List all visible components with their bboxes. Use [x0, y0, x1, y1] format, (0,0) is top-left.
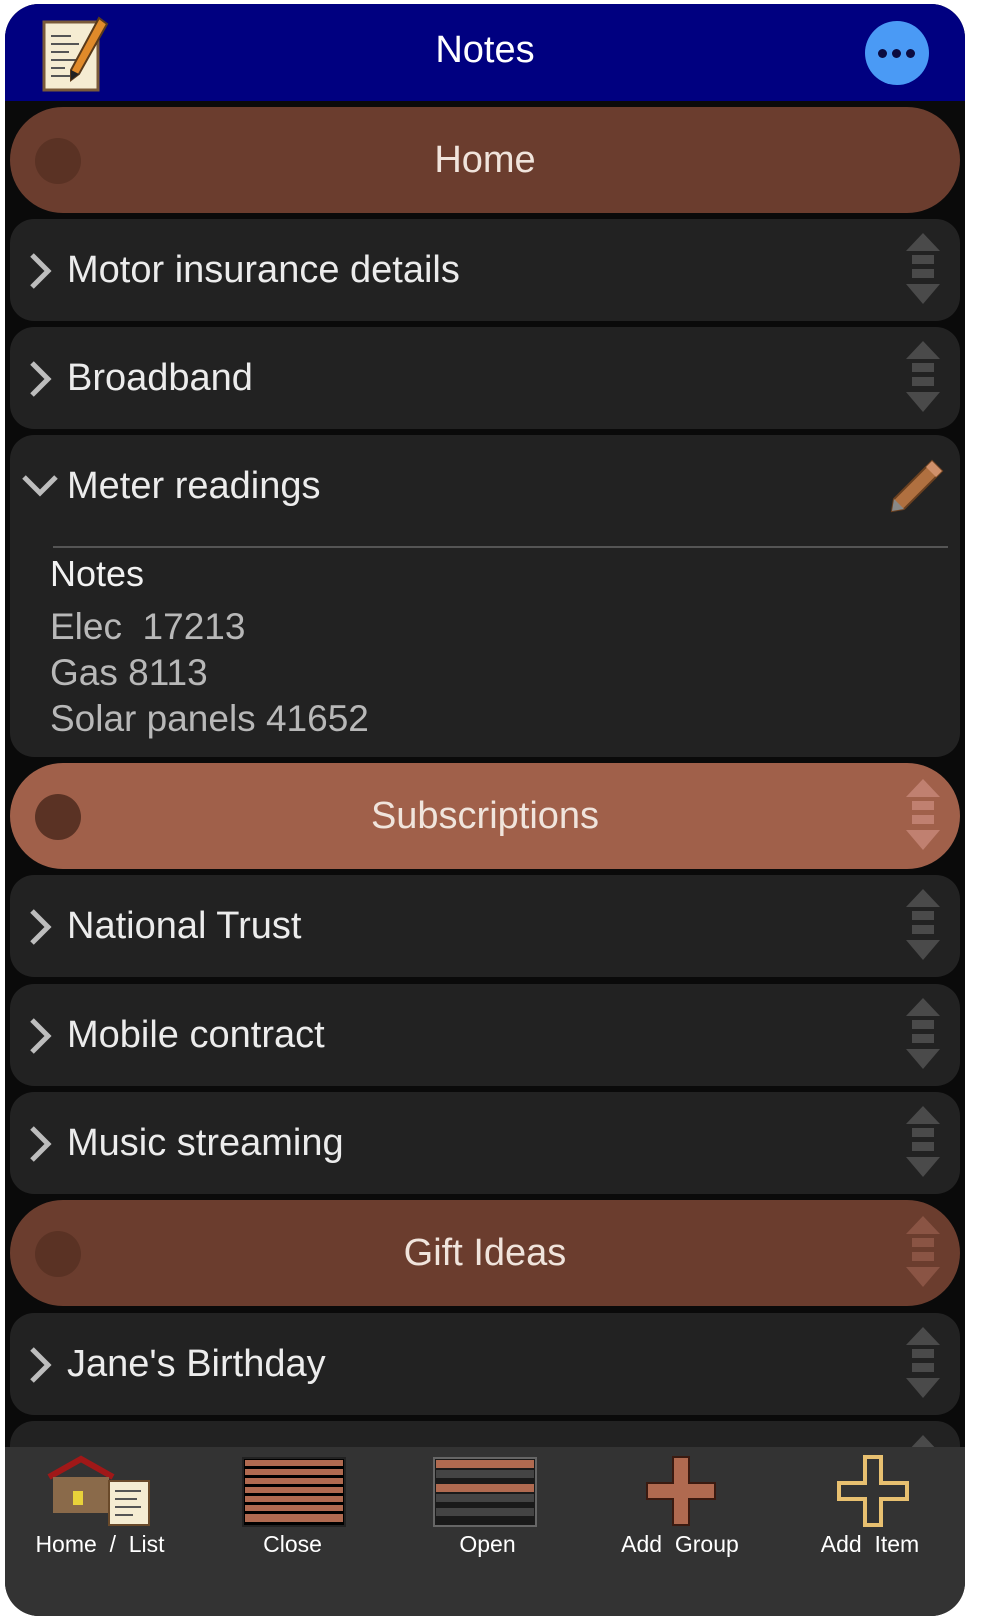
bottom-toolbar: Home / List Close Open Add Group Add Ite…: [5, 1447, 965, 1616]
add-item-button[interactable]: Add Item: [775, 1447, 965, 1616]
chevron-right-icon: [30, 909, 52, 945]
expanded-list-item[interactable]: Meter readings Notes Elec 17213 Gas 8113…: [10, 435, 960, 757]
home-list-icon: [47, 1455, 150, 1526]
group-home[interactable]: Home: [10, 107, 960, 213]
plus-outline-icon: [837, 1455, 909, 1527]
item-label: Motor insurance details: [67, 249, 460, 291]
add-group-button[interactable]: Add Group: [585, 1447, 775, 1616]
chevron-right-icon: [30, 253, 52, 289]
item-label: Meter readings: [67, 465, 321, 507]
notes-heading: Notes: [50, 553, 145, 594]
pencil-edit-icon[interactable]: [888, 457, 946, 515]
group-gift-ideas[interactable]: Gift Ideas: [10, 1200, 960, 1306]
note-line: Solar panels 41652: [50, 698, 369, 739]
item-label: Mobile contract: [67, 1014, 325, 1056]
reorder-handle-icon[interactable]: [904, 998, 942, 1072]
list-item[interactable]: National Trust: [10, 875, 960, 977]
plus-filled-icon: [646, 1456, 716, 1526]
reorder-handle-icon[interactable]: [904, 233, 942, 307]
note-line: Gas 8113: [50, 652, 208, 693]
expand-all-icon: [433, 1457, 537, 1527]
chevron-right-icon: [30, 1126, 52, 1162]
open-label: Open: [459, 1531, 516, 1557]
more-options-button[interactable]: [865, 21, 929, 85]
item-label: Music streaming: [67, 1122, 344, 1164]
page-title: Notes: [435, 29, 535, 71]
add-item-label: Add Item: [820, 1531, 920, 1557]
reorder-handle-icon[interactable]: [904, 779, 942, 853]
group-label: Gift Ideas: [403, 1232, 567, 1274]
add-group-label: Add Group: [621, 1531, 739, 1557]
group-label: Subscriptions: [370, 795, 600, 837]
home-list-button[interactable]: Home / List: [5, 1447, 195, 1616]
item-label: National Trust: [67, 905, 302, 947]
collapse-all-icon: [242, 1457, 346, 1527]
ellipsis-icon: [878, 49, 887, 58]
close-button[interactable]: Close: [195, 1447, 390, 1616]
home-list-label: Home / List: [35, 1531, 165, 1557]
reorder-handle-icon[interactable]: [904, 1327, 942, 1401]
reorder-handle-icon[interactable]: [904, 341, 942, 415]
divider: [53, 546, 948, 548]
note-line: Elec 17213: [50, 606, 246, 647]
phone-screen: Notes Home Motor insurance details Broad…: [5, 4, 965, 1616]
reorder-handle-icon[interactable]: [904, 1106, 942, 1180]
item-label: Broadband: [67, 357, 253, 399]
list-item[interactable]: Mobile contract: [10, 984, 960, 1086]
list-item[interactable]: Broadband: [10, 327, 960, 429]
list-item[interactable]: Jane's Birthday: [10, 1313, 960, 1415]
close-label: Close: [263, 1531, 322, 1557]
chevron-right-icon: [30, 1018, 52, 1054]
item-label: Jane's Birthday: [67, 1343, 326, 1385]
list-item[interactable]: Music streaming: [10, 1092, 960, 1194]
title-bar: Notes: [5, 4, 965, 101]
group-subscriptions[interactable]: Subscriptions: [10, 763, 960, 869]
chevron-down-icon: [22, 475, 58, 497]
reorder-handle-icon[interactable]: [904, 889, 942, 963]
list-item[interactable]: Motor insurance details: [10, 219, 960, 321]
group-label: Home: [434, 139, 536, 181]
chevron-right-icon: [30, 361, 52, 397]
open-button[interactable]: Open: [390, 1447, 585, 1616]
chevron-right-icon: [30, 1347, 52, 1383]
reorder-handle-icon[interactable]: [904, 1216, 942, 1290]
